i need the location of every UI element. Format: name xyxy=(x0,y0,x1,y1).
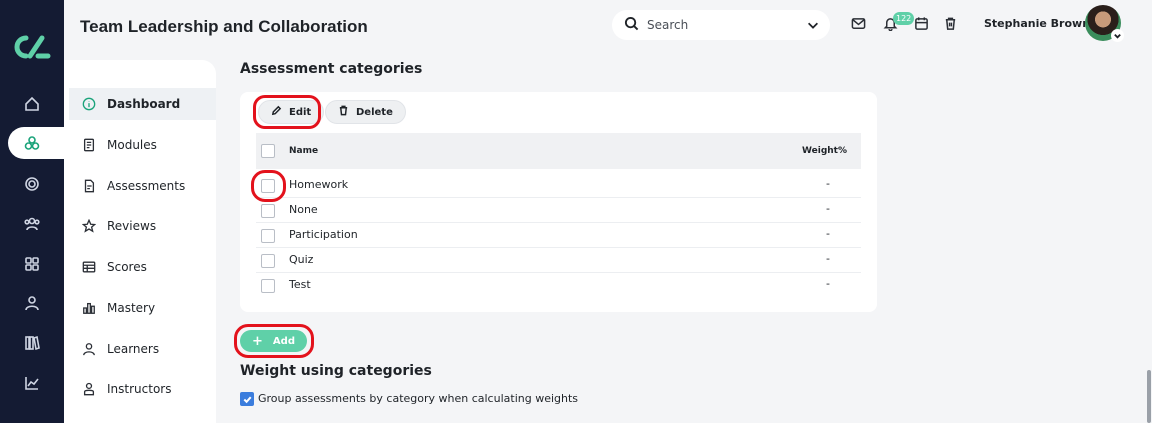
person-icon[interactable] xyxy=(22,293,42,313)
scrollbar[interactable] xyxy=(1146,0,1152,423)
table-row[interactable]: Homework - xyxy=(256,173,861,198)
app-rail xyxy=(0,0,72,423)
info-icon xyxy=(81,96,97,112)
clipboard-icon xyxy=(81,178,97,194)
checkmark-icon xyxy=(243,396,251,403)
trash-icon xyxy=(338,105,356,119)
search-input[interactable] xyxy=(647,18,797,32)
sidebar-item-label: Learners xyxy=(107,342,160,356)
category-name: Homework xyxy=(289,178,349,191)
column-header-name: Name xyxy=(289,146,319,156)
highlight-ring xyxy=(234,324,314,358)
table-row[interactable]: None - xyxy=(256,198,861,223)
table-header: Name Weight% xyxy=(256,133,861,169)
brand-logo-icon[interactable] xyxy=(12,34,52,60)
target-icon[interactable] xyxy=(22,174,42,194)
table-row[interactable]: Participation - xyxy=(256,223,861,248)
sidebar-item-scores[interactable]: Scores xyxy=(69,251,216,283)
table-icon xyxy=(81,259,97,275)
sidebar-item-modules[interactable]: Modules xyxy=(69,129,216,161)
select-all-checkbox[interactable] xyxy=(261,144,275,158)
category-name: None xyxy=(289,203,318,216)
group-by-category-checkbox[interactable] xyxy=(240,392,254,406)
home-icon[interactable] xyxy=(22,94,42,114)
sidebar-item-label: Dashboard xyxy=(107,97,181,111)
bar-chart-icon xyxy=(81,300,97,316)
chevron-down-icon[interactable] xyxy=(1111,29,1124,42)
column-header-weight: Weight% xyxy=(802,146,847,156)
sidebar-item-label: Mastery xyxy=(107,301,156,315)
category-weight: - xyxy=(826,202,830,215)
sidebar-item-label: Reviews xyxy=(107,219,157,233)
sidebar-item-label: Modules xyxy=(107,138,157,152)
category-weight: - xyxy=(826,177,830,190)
sidebar-item-label: Scores xyxy=(107,260,147,274)
network-icon[interactable] xyxy=(22,133,42,153)
group-by-category-label: Group assessments by category when calcu… xyxy=(258,392,579,405)
sidebar-item-learners[interactable]: Learners xyxy=(69,333,216,365)
search-box[interactable] xyxy=(612,10,830,40)
chevron-down-icon[interactable] xyxy=(806,17,822,33)
sidebar-item-assessments[interactable]: Assessments xyxy=(69,170,216,202)
course-sidebar: Dashboard Modules Assessments Reviews Sc… xyxy=(64,60,216,423)
category-weight: - xyxy=(826,277,830,290)
sidebar-item-label: Instructors xyxy=(107,382,172,396)
highlight-ring xyxy=(251,170,286,202)
grid-icon[interactable] xyxy=(22,254,42,274)
row-checkbox[interactable] xyxy=(261,279,275,293)
highlight-ring xyxy=(253,95,321,129)
trash-icon[interactable] xyxy=(943,16,959,32)
section-title-weight: Weight using categories xyxy=(240,363,432,379)
row-checkbox[interactable] xyxy=(261,204,275,218)
library-icon[interactable] xyxy=(22,333,42,353)
user-name: Stephanie Brown xyxy=(984,17,1091,30)
star-icon xyxy=(81,218,97,234)
scrollbar-thumb[interactable] xyxy=(1147,370,1151,423)
page-title: Team Leadership and Collaboration xyxy=(80,17,368,36)
delete-button[interactable]: Delete xyxy=(325,100,406,124)
mail-icon[interactable] xyxy=(851,16,867,32)
search-icon xyxy=(624,16,639,35)
category-name: Participation xyxy=(289,228,358,241)
table-row[interactable]: Test - xyxy=(256,273,861,298)
category-weight: - xyxy=(826,252,830,265)
category-name: Test xyxy=(289,278,311,291)
calendar-icon[interactable] xyxy=(914,16,930,32)
row-checkbox[interactable] xyxy=(261,254,275,268)
category-name: Quiz xyxy=(289,253,314,266)
category-weight: - xyxy=(826,227,830,240)
instructor-icon xyxy=(81,381,97,397)
notification-badge: 122 xyxy=(893,12,915,25)
section-title-assessment-categories: Assessment categories xyxy=(240,61,423,77)
person-icon xyxy=(81,341,97,357)
sidebar-item-mastery[interactable]: Mastery xyxy=(69,292,216,324)
table-row[interactable]: Quiz - xyxy=(256,248,861,273)
chart-line-icon[interactable] xyxy=(22,373,42,393)
sidebar-item-reviews[interactable]: Reviews xyxy=(69,210,216,242)
document-icon xyxy=(81,137,97,153)
sidebar-item-dashboard[interactable]: Dashboard xyxy=(69,88,216,120)
sidebar-item-label: Assessments xyxy=(107,179,186,193)
sidebar-item-instructors[interactable]: Instructors xyxy=(69,373,216,405)
row-checkbox[interactable] xyxy=(261,229,275,243)
delete-button-label: Delete xyxy=(356,106,393,118)
users-icon[interactable] xyxy=(22,214,42,234)
